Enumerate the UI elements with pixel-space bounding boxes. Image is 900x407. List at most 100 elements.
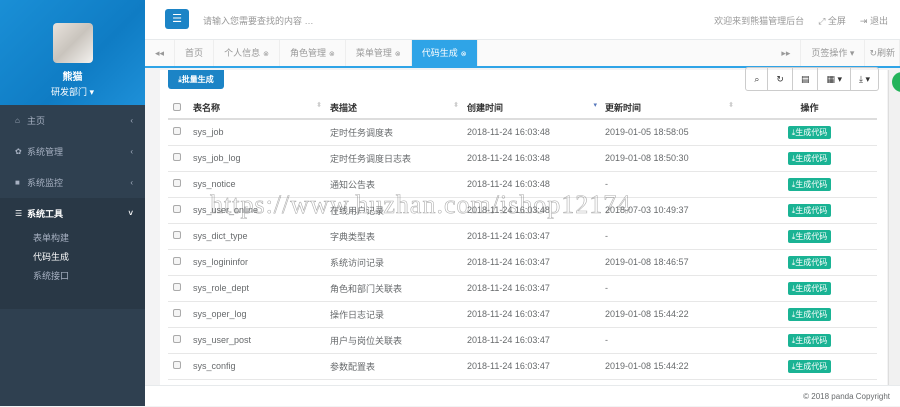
tab-code-gen[interactable]: 代码生成 ⊗ [411, 40, 478, 66]
row-checkbox[interactable] [173, 179, 181, 187]
batch-label: 批量生成 [181, 75, 214, 84]
tab-label: 个人信息 [224, 48, 261, 58]
row-checkbox[interactable] [173, 127, 181, 136]
generate-code-button[interactable]: ⤓生成代码 [787, 255, 832, 269]
columns-dropdown[interactable]: ▦ ▾ [818, 68, 851, 90]
tab-profile[interactable]: 个人信息 ⊗ [214, 40, 280, 66]
search-input[interactable]: 请输入您需要查找的内容 … [203, 14, 314, 27]
dept-dropdown[interactable]: 研发部门 ▾ [0, 85, 145, 98]
sidebar-item-monitor[interactable]: ■ 系统监控 ‹ [0, 167, 145, 198]
create-time: 2018-11-24 16:03:47 [467, 223, 605, 250]
table-desc: 通知公告表 [330, 171, 467, 198]
tab-label: 角色管理 [289, 48, 326, 58]
sidebar-item-label: 主页 [27, 116, 46, 126]
gear-icon: ✿ [15, 147, 22, 156]
table-desc: 角色和部门关联表 [330, 275, 467, 302]
create-time: 2018-11-24 16:03:48 [467, 171, 605, 198]
row-checkbox[interactable] [173, 283, 181, 291]
sidebar-item-label: 系统管理 [27, 147, 64, 157]
col-create-time[interactable]: 创建时间 ▾ [467, 97, 605, 120]
close-icon[interactable]: ⊗ [263, 51, 269, 58]
generate-label: 生成代码 [795, 231, 828, 241]
tab-label: 代码生成 [421, 48, 458, 58]
close-icon[interactable]: ⊗ [329, 51, 335, 58]
sidebar-item-label: 系统工具 [27, 209, 64, 219]
chevron-left-icon: ‹ [130, 147, 133, 156]
close-icon[interactable]: ⊗ [395, 51, 401, 58]
update-time: - [605, 171, 742, 198]
search-toggle-button[interactable]: ⌕ [746, 68, 769, 90]
row-checkbox[interactable] [173, 361, 181, 369]
select-all-checkbox[interactable] [173, 102, 181, 111]
create-time: 2018-11-24 16:03:48 [467, 145, 605, 172]
generate-code-button[interactable]: ⤓生成代码 [787, 359, 832, 373]
content-panel: ⤓批量生成 ⌕ ↻ ▤ ▦ ▾ ⤓ ▾ 表名称 ⬍ 表描述 ⬍ 创建时间 ▾ 更新时间… [160, 67, 887, 385]
scrollbar[interactable] [888, 70, 900, 385]
table-desc: 操作日志记录 [330, 301, 467, 328]
generate-code-button[interactable]: ⤓生成代码 [787, 125, 832, 139]
row-checkbox[interactable] [173, 205, 181, 213]
update-time: - [605, 223, 742, 250]
toggle-view-button[interactable]: ▤ [793, 68, 819, 90]
update-time: 2019-01-08 15:44:22 [605, 353, 742, 380]
tabs-scroll-right-button[interactable]: ▸▸ [771, 40, 802, 66]
table-desc: 字典类型表 [330, 223, 467, 250]
row-checkbox[interactable] [173, 257, 181, 265]
generate-code-button[interactable]: ⤓生成代码 [787, 229, 832, 243]
refresh-tab-button[interactable]: ↻刷新 [865, 40, 900, 66]
batch-generate-button[interactable]: ⤓批量生成 [168, 70, 224, 89]
close-icon[interactable]: ⊗ [461, 51, 467, 58]
generate-label: 生成代码 [795, 335, 828, 345]
avatar[interactable] [52, 23, 93, 63]
menu-toggle-button[interactable]: ☰ [165, 9, 189, 29]
sign-out-icon: ⇥ [859, 16, 868, 26]
sidebar-item-tools[interactable]: ☰ 系统工具 ˅ [0, 198, 145, 229]
col-table-desc[interactable]: 表描述 ⬍ [330, 97, 467, 120]
generate-label: 生成代码 [795, 205, 828, 215]
table-row: sys_dict_type 字典类型表 2018-11-24 16:03:47 … [168, 223, 877, 250]
generate-code-button[interactable]: ⤓生成代码 [787, 333, 832, 347]
generate-code-button[interactable]: ⤓生成代码 [787, 203, 832, 217]
generate-code-button[interactable]: ⤓生成代码 [787, 177, 832, 191]
sidebar-subitem-form-build[interactable]: 表单构建 [0, 229, 145, 248]
row-checkbox[interactable] [173, 153, 181, 161]
generate-label: 生成代码 [795, 127, 828, 137]
table-desc: 定时任务调度表 [330, 119, 467, 146]
sort-icon: ⬍ [316, 102, 322, 109]
col-actions: 操作 [742, 97, 877, 120]
sidebar-subitem-code-gen[interactable]: 代码生成 [0, 248, 145, 267]
tab-menus[interactable]: 菜单管理 ⊗ [346, 40, 412, 66]
top-header: ☰ 请输入您需要查找的内容 … 欢迎来到熊猫管理后台 ⤢ 全屏 ⇥ 退出 [145, 0, 900, 40]
col-update-time[interactable]: 更新时间 ⬍ [605, 97, 742, 120]
tab-home[interactable]: 首页 [175, 40, 215, 66]
update-time: 2019-01-08 18:50:30 [605, 145, 742, 172]
export-dropdown[interactable]: ⤓ ▾ [851, 68, 878, 90]
table-row: sys_logininfor 系统访问记录 2018-11-24 16:03:4… [168, 249, 877, 276]
create-time: 2018-11-24 16:03:47 [467, 275, 605, 302]
sidebar-item-system[interactable]: ✿ 系统管理 ‹ [0, 136, 145, 167]
table-desc: 参数配置表 [330, 353, 467, 380]
create-time: 2018-11-24 16:03:47 [467, 353, 605, 380]
generate-code-button[interactable]: ⤓生成代码 [787, 151, 832, 165]
generate-code-button[interactable]: ⤓生成代码 [787, 307, 832, 321]
page-ops-dropdown[interactable]: 页签操作 ▾ [801, 40, 866, 66]
logout-button[interactable]: ⇥ 退出 [860, 14, 888, 27]
bars-icon: ☰ [15, 209, 23, 218]
table-desc: 用户与岗位关联表 [330, 327, 467, 354]
tabs-scroll-left-button[interactable]: ◂◂ [145, 40, 176, 66]
col-table-name[interactable]: 表名称 ⬍ [193, 97, 330, 120]
generate-label: 生成代码 [795, 257, 828, 267]
create-time: 2018-11-24 16:03:47 [467, 301, 605, 328]
refresh-button[interactable]: ↻ [768, 68, 793, 90]
table-row: sys_user_online 在线用户记录 2018-11-24 16:03:… [168, 197, 877, 224]
row-checkbox[interactable] [173, 231, 181, 239]
sidebar-item-home[interactable]: ⌂ 主页 ‹ [0, 105, 145, 136]
sidebar-subitem-api[interactable]: 系统接口 [0, 267, 145, 286]
row-checkbox[interactable] [173, 335, 181, 343]
fullscreen-button[interactable]: ⤢ 全屏 [818, 14, 846, 27]
tab-roles[interactable]: 角色管理 ⊗ [280, 40, 346, 66]
generate-code-button[interactable]: ⤓生成代码 [787, 281, 832, 295]
table-name: sys_notice [193, 171, 330, 198]
row-checkbox[interactable] [173, 309, 181, 317]
gen-table: 表名称 ⬍ 表描述 ⬍ 创建时间 ▾ 更新时间 ⬍ 操作 sys_job 定时任务调度表… [168, 97, 877, 380]
